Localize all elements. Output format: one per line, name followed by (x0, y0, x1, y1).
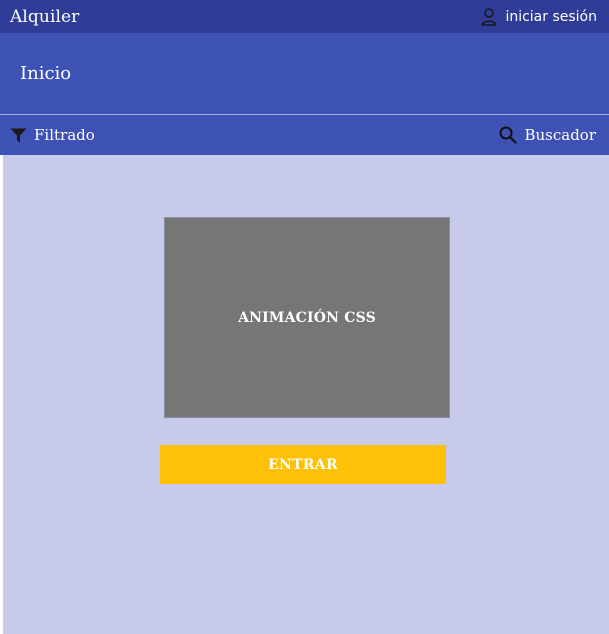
filter-button[interactable]: Filtrado (10, 126, 95, 144)
search-label: Buscador (524, 126, 596, 144)
animation-label: ANIMACIÓN CSS (238, 309, 376, 326)
page-title: Inicio (20, 63, 72, 84)
filter-label: Filtrado (34, 126, 95, 144)
search-icon (499, 126, 518, 144)
login-link[interactable]: iniciar sesión (481, 7, 597, 26)
filter-icon (10, 128, 27, 143)
main-content: ANIMACIÓN CSS ENTRAR (0, 155, 609, 634)
top-bar: Alquiler iniciar sesión (0, 0, 609, 33)
user-icon (481, 7, 497, 26)
animation-placeholder: ANIMACIÓN CSS (164, 217, 450, 418)
page-header: Inicio (0, 33, 609, 114)
brand-title[interactable]: Alquiler (10, 7, 79, 27)
search-button[interactable]: Buscador (499, 126, 596, 144)
toolbar: Filtrado Buscador (0, 115, 609, 155)
login-label: iniciar sesión (505, 8, 597, 25)
enter-button[interactable]: ENTRAR (160, 445, 446, 484)
